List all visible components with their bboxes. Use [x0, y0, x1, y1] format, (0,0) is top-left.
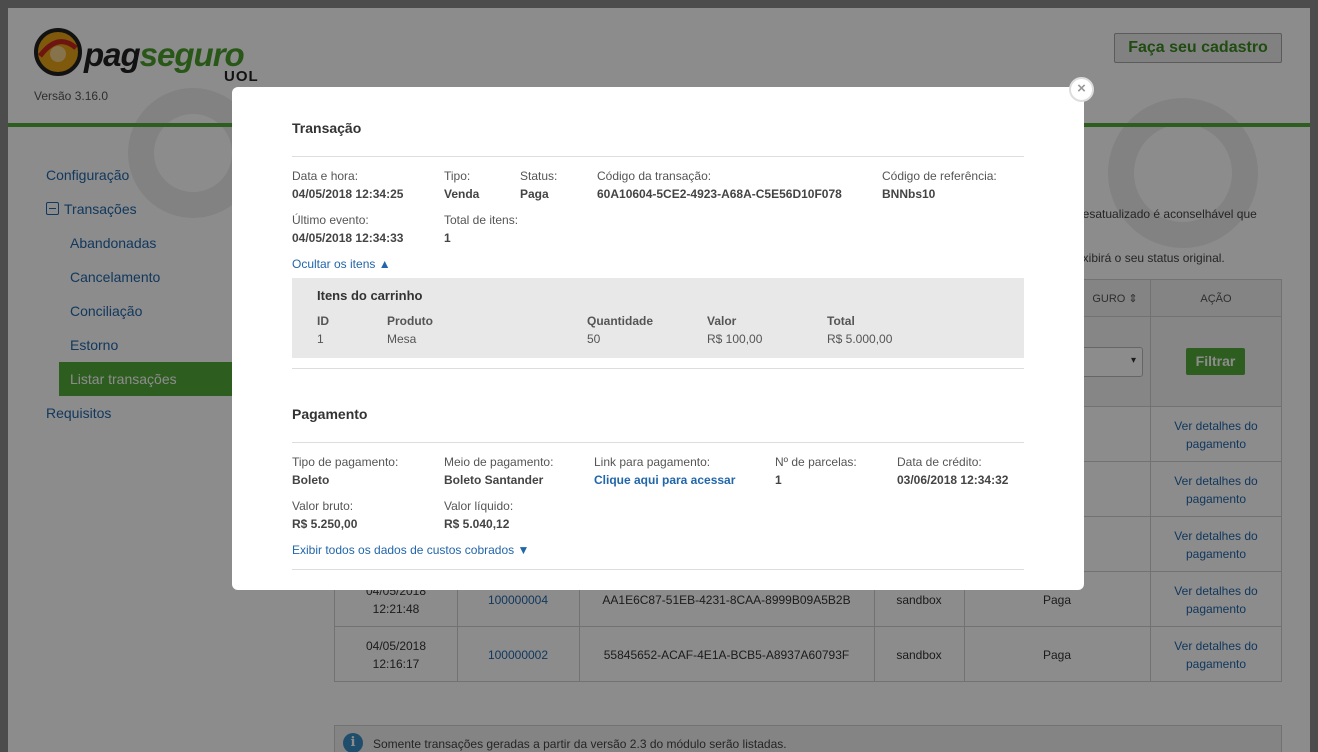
cart-title: Itens do carrinho — [317, 288, 423, 303]
reference-code-label: Código de referência: — [882, 169, 997, 183]
cart-item-id: 1 — [317, 332, 324, 346]
divider — [292, 368, 1024, 369]
reference-code-value: BNNbs10 — [882, 187, 936, 201]
credit-date-label: Data de crédito: — [897, 455, 982, 469]
payment-type-value: Boleto — [292, 473, 330, 487]
cart-items-panel: Itens do carrinho ID Produto Quantidade … — [292, 278, 1024, 358]
credit-date-value: 03/06/2018 12:34:32 — [897, 473, 1009, 487]
gross-value: R$ 5.250,00 — [292, 517, 358, 531]
gross-value-label: Valor bruto: — [292, 499, 354, 513]
divider — [292, 569, 1024, 570]
status-value: Paga — [520, 187, 549, 201]
status-label: Status: — [520, 169, 558, 183]
installments-label: Nº de parcelas: — [775, 455, 857, 469]
transaction-code-label: Código da transação: — [597, 169, 712, 183]
last-event-value: 04/05/2018 12:34:33 — [292, 231, 404, 245]
cart-header-value: Valor — [707, 314, 737, 328]
divider — [292, 442, 1024, 443]
divider — [292, 156, 1024, 157]
close-icon[interactable]: × — [1069, 77, 1094, 102]
net-value: R$ 5.040,12 — [444, 517, 510, 531]
payment-method-value: Boleto Santander — [444, 473, 544, 487]
payment-type-label: Tipo de pagamento: — [292, 455, 399, 469]
cart-header-product: Produto — [387, 314, 433, 328]
payment-section-title: Pagamento — [292, 406, 368, 422]
cart-item-total: R$ 5.000,00 — [827, 332, 893, 346]
type-label: Tipo: — [444, 169, 471, 183]
total-items-label: Total de itens: — [444, 213, 519, 227]
transaction-details-modal: Transação Data e hora: 04/05/2018 12:34:… — [232, 87, 1084, 590]
cart-header-total: Total — [827, 314, 855, 328]
cart-header-quantity: Quantidade — [587, 314, 654, 328]
hide-items-link[interactable]: Ocultar os itens ▲ — [292, 257, 391, 271]
payment-link-label: Link para pagamento: — [594, 455, 711, 469]
cart-header-id: ID — [317, 314, 329, 328]
cart-item-value: R$ 100,00 — [707, 332, 763, 346]
cart-item-product: Mesa — [387, 332, 417, 346]
payment-method-label: Meio de pagamento: — [444, 455, 554, 469]
transaction-code-value: 60A10604-5CE2-4923-A68A-C5E56D10F078 — [597, 187, 842, 201]
transaction-section-title: Transação — [292, 120, 362, 136]
cart-item-quantity: 50 — [587, 332, 601, 346]
payment-link[interactable]: Clique aqui para acessar — [594, 473, 735, 487]
total-items-value: 1 — [444, 231, 451, 245]
datetime-value: 04/05/2018 12:34:25 — [292, 187, 404, 201]
show-costs-link[interactable]: Exibir todos os dados de custos cobrados… — [292, 543, 529, 557]
datetime-label: Data e hora: — [292, 169, 359, 183]
last-event-label: Último evento: — [292, 213, 369, 227]
type-value: Venda — [444, 187, 480, 201]
net-value-label: Valor líquido: — [444, 499, 514, 513]
installments-value: 1 — [775, 473, 782, 487]
